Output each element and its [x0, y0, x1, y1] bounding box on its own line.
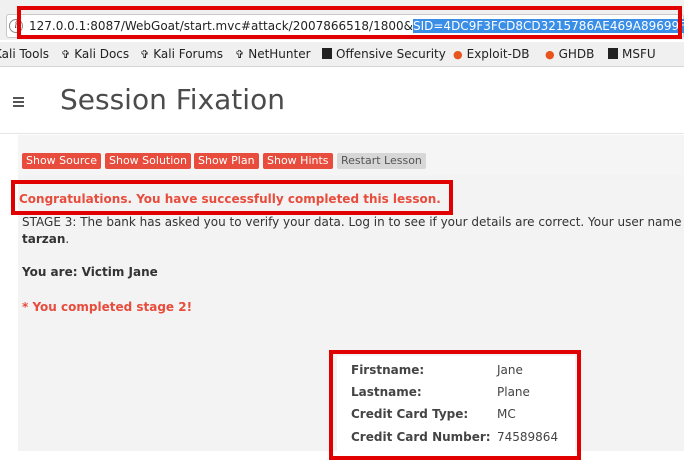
highlight-box-url: [17, 6, 682, 39]
kali-dragon-icon: ✞: [140, 48, 150, 61]
show-source-button[interactable]: Show Source: [22, 153, 101, 169]
hamburger-icon[interactable]: [13, 97, 24, 107]
bookmark-nethunter[interactable]: ✞ NetHunter: [235, 42, 311, 66]
bookmark-label: Offensive Security: [336, 47, 446, 61]
stage-username: tarzan: [22, 232, 66, 246]
divider: [0, 133, 684, 134]
stage-instructions: STAGE 3: The bank has asked you to verif…: [22, 215, 682, 229]
bookmark-label: MSFU: [622, 47, 656, 61]
stage-username-line: tarzan.: [22, 231, 69, 247]
bookmark-kali-docs[interactable]: ✞ Kali Docs: [61, 42, 129, 66]
bookmark-exploit-db[interactable]: ● Exploit-DB: [453, 42, 529, 66]
browser-url-bar: i 127.0.0.1:8087/WebGoat/start.mvc#attac…: [0, 0, 684, 40]
bookmark-offensive-security[interactable]: Offensive Security: [322, 42, 446, 66]
bookmark-kali-forums[interactable]: ✞ Kali Forums: [140, 42, 223, 66]
show-hints-button[interactable]: Show Hints: [263, 153, 333, 169]
kali-dragon-icon: ✞: [235, 48, 245, 61]
exploit-db-icon: ●: [545, 48, 555, 61]
offsec-icon: [608, 48, 618, 59]
stage-period: .: [65, 232, 70, 246]
highlight-box-details: [329, 350, 581, 460]
bookmark-label: Kali Docs: [74, 47, 130, 61]
bookmark-label: NetHunter: [248, 47, 311, 61]
bookmark-label: Exploit-DB: [466, 47, 530, 61]
bookmarks-bar: Kali Tools ✞Kali Docs ✞Kali Forums ✞NetH…: [0, 42, 684, 67]
restart-lesson-button[interactable]: Restart Lesson: [337, 153, 426, 169]
kali-dragon-icon: ✞: [61, 48, 71, 61]
you-are-label: You are: Victim Jane: [22, 265, 158, 279]
bookmark-ghdb[interactable]: ● GHDB: [545, 42, 594, 66]
show-solution-button[interactable]: Show Solution: [105, 153, 191, 169]
page-title: Session Fixation: [60, 83, 285, 116]
bookmark-msfu[interactable]: MSFU: [608, 42, 656, 66]
bookmark-label: GHDB: [558, 47, 595, 61]
offsec-icon: [322, 48, 332, 59]
show-plan-button[interactable]: Show Plan: [194, 153, 259, 169]
stage-completed-message: * You completed stage 2!: [22, 300, 193, 314]
bookmark-kali-tools[interactable]: Kali Tools: [0, 42, 49, 66]
exploit-db-icon: ●: [453, 48, 463, 61]
highlight-box-congrats: [11, 180, 453, 215]
bookmark-label: Kali Tools: [0, 47, 50, 61]
bookmark-label: Kali Forums: [153, 47, 224, 61]
